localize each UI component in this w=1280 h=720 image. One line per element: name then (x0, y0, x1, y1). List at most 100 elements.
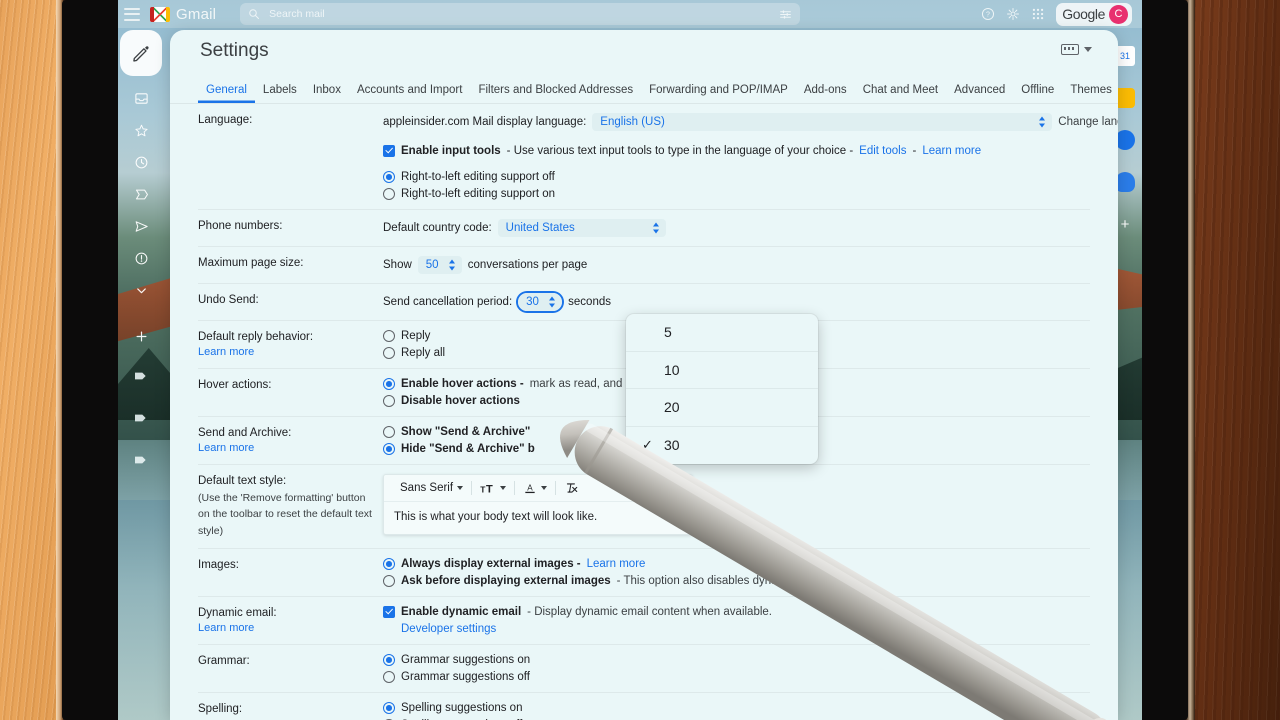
plus-icon (136, 331, 146, 341)
enable-hover-actions-radio[interactable] (383, 378, 395, 390)
tab-advanced[interactable]: Advanced (946, 84, 1013, 103)
dynamic-email-learn-more-link[interactable]: Learn more (198, 622, 383, 634)
tab-labels[interactable]: Labels (255, 84, 305, 103)
dropdown-option-label: 5 (664, 324, 672, 341)
search-input[interactable]: Search mail (240, 3, 801, 25)
edit-tools-link[interactable]: Edit tools (859, 145, 906, 157)
change-language-link[interactable]: Change language settings for other Googl… (1058, 116, 1118, 128)
sidebar-item-label-1[interactable] (121, 360, 161, 392)
gmail-top-bar: Gmail Search mail ? Google C (118, 0, 1142, 28)
font-family-dropdown[interactable]: Sans Serif (392, 482, 471, 494)
tab-themes[interactable]: Themes (1062, 84, 1118, 103)
remove-formatting-button[interactable] (556, 481, 587, 495)
reply-behavior-learn-more-link[interactable]: Learn more (198, 346, 383, 358)
page-size-select[interactable]: 50 (417, 256, 462, 274)
google-keep-icon[interactable] (1115, 88, 1135, 108)
reply-radio[interactable] (383, 330, 395, 342)
ask-before-display-images-radio[interactable] (383, 574, 395, 587)
sidebar-item-new-label[interactable] (121, 320, 161, 352)
tab-general[interactable]: General (198, 84, 255, 103)
tab-chat-and-meet[interactable]: Chat and Meet (855, 84, 946, 103)
ask-before-display-images-label: Ask before displaying external images (401, 574, 611, 587)
dropdown-option-10[interactable]: 10 (626, 352, 818, 389)
brand-label: Gmail (176, 5, 217, 23)
grammar-on-radio[interactable] (383, 653, 395, 666)
gmail-logo[interactable]: Gmail (150, 6, 216, 23)
compose-button[interactable] (120, 30, 162, 76)
input-tools-learn-more-link[interactable]: Learn more (922, 145, 981, 157)
sidebar-item-more[interactable] (121, 274, 161, 306)
calendar-day-number: 31 (1119, 51, 1130, 61)
spam-icon (135, 252, 147, 264)
tab-accounts-and-import[interactable]: Accounts and Import (349, 84, 470, 103)
text-color-dropdown[interactable]: A (515, 481, 555, 495)
rtl-on-radio[interactable] (383, 188, 395, 200)
dropdown-option-30[interactable]: ✓ 30 (626, 427, 818, 465)
sidebar-item-important[interactable] (121, 178, 161, 210)
hide-send-archive-radio[interactable] (383, 443, 395, 455)
enable-input-tools-checkbox[interactable] (383, 145, 395, 157)
spelling-on-radio[interactable] (383, 701, 395, 714)
default-text-style-label: Default text style: (Use the 'Remove for… (198, 474, 383, 539)
display-language-select[interactable]: English (US) (592, 113, 1053, 131)
gear-icon[interactable] (1006, 7, 1020, 21)
grammar-off-radio[interactable] (383, 670, 395, 683)
tablet-screen: Gmail Search mail ? Google C 31 + Settin… (118, 0, 1142, 720)
apps-grid-icon[interactable] (1031, 7, 1045, 21)
page-size-value: 50 (417, 256, 462, 274)
reply-all-label: Reply all (401, 347, 446, 359)
default-country-code-label: Default country code: (383, 222, 492, 234)
always-display-images-radio[interactable] (383, 557, 395, 570)
enable-dynamic-email-checkbox[interactable] (383, 605, 395, 618)
avatar[interactable]: C (1109, 4, 1128, 24)
send-archive-learn-more-link[interactable]: Learn more (198, 442, 383, 454)
display-language-value: English (US) (592, 113, 1053, 131)
dropdown-option-label: 10 (664, 361, 680, 378)
reply-all-radio[interactable] (383, 347, 395, 359)
rtl-off-radio[interactable] (383, 171, 395, 183)
tab-forwarding-and-pop-imap[interactable]: Forwarding and POP/IMAP (641, 84, 796, 103)
google-account-chip[interactable]: Google C (1056, 2, 1132, 26)
google-calendar-icon[interactable]: 31 (1115, 46, 1135, 66)
sidebar-item-spam[interactable] (121, 242, 161, 274)
sidebar-item-inbox[interactable] (121, 82, 161, 114)
text-style-preview: This is what your body text will look li… (394, 511, 598, 523)
show-send-archive-label: Show "Send & Archive" (401, 426, 531, 438)
tab-inbox[interactable]: Inbox (305, 84, 349, 103)
sidebar-item-sent[interactable] (121, 210, 161, 242)
font-size-dropdown[interactable]: T T (472, 482, 514, 495)
search-placeholder: Search mail (269, 8, 325, 20)
disable-hover-actions-radio[interactable] (383, 395, 395, 407)
sidebar-item-snoozed[interactable] (121, 146, 161, 178)
add-app-icon[interactable]: + (1115, 214, 1135, 234)
send-cancellation-period-label: Send cancellation period: (383, 296, 513, 308)
tab-add-ons[interactable]: Add-ons (796, 84, 855, 103)
sidebar-item-label-2[interactable] (121, 402, 161, 434)
undo-send-dropdown-menu[interactable]: 5 10 20 ✓ 30 (626, 314, 818, 464)
compose-pencil-icon (133, 46, 149, 62)
images-label: Images: (198, 558, 239, 571)
developer-settings-link[interactable]: Developer settings (401, 623, 496, 635)
google-contacts-icon[interactable] (1115, 172, 1135, 192)
send-cancellation-period-select[interactable]: 30 (518, 293, 563, 311)
images-learn-more-link[interactable]: Learn more (587, 558, 646, 570)
always-display-images-label: Always display external images - (401, 557, 581, 570)
sent-icon (135, 220, 148, 232)
show-send-archive-radio[interactable] (383, 426, 395, 438)
keyboard-shortcuts-button[interactable] (1061, 44, 1092, 55)
google-tasks-icon[interactable] (1115, 130, 1135, 150)
dropdown-option-20[interactable]: 20 (626, 389, 818, 427)
default-reply-behavior-label: Default reply behavior: Learn more (198, 330, 383, 359)
sidebar-item-label-3[interactable] (121, 444, 161, 476)
tab-filters-and-blocked-addresses[interactable]: Filters and Blocked Addresses (470, 84, 641, 103)
sidebar-item-starred[interactable] (121, 114, 161, 146)
dropdown-option-5[interactable]: 5 (626, 314, 818, 352)
setting-row-images: Images: Always display external images -… (198, 549, 1090, 597)
setting-row-maximum-page-size: Maximum page size: Show 50 conversations… (198, 247, 1090, 284)
tab-offline[interactable]: Offline (1013, 84, 1062, 103)
search-options-icon[interactable] (779, 8, 792, 21)
help-icon[interactable]: ? (981, 7, 995, 21)
hamburger-menu-icon[interactable] (124, 7, 140, 21)
setting-row-language: Language: appleinsider.com Mail display … (198, 104, 1118, 210)
default-country-code-select[interactable]: United States (497, 219, 666, 237)
